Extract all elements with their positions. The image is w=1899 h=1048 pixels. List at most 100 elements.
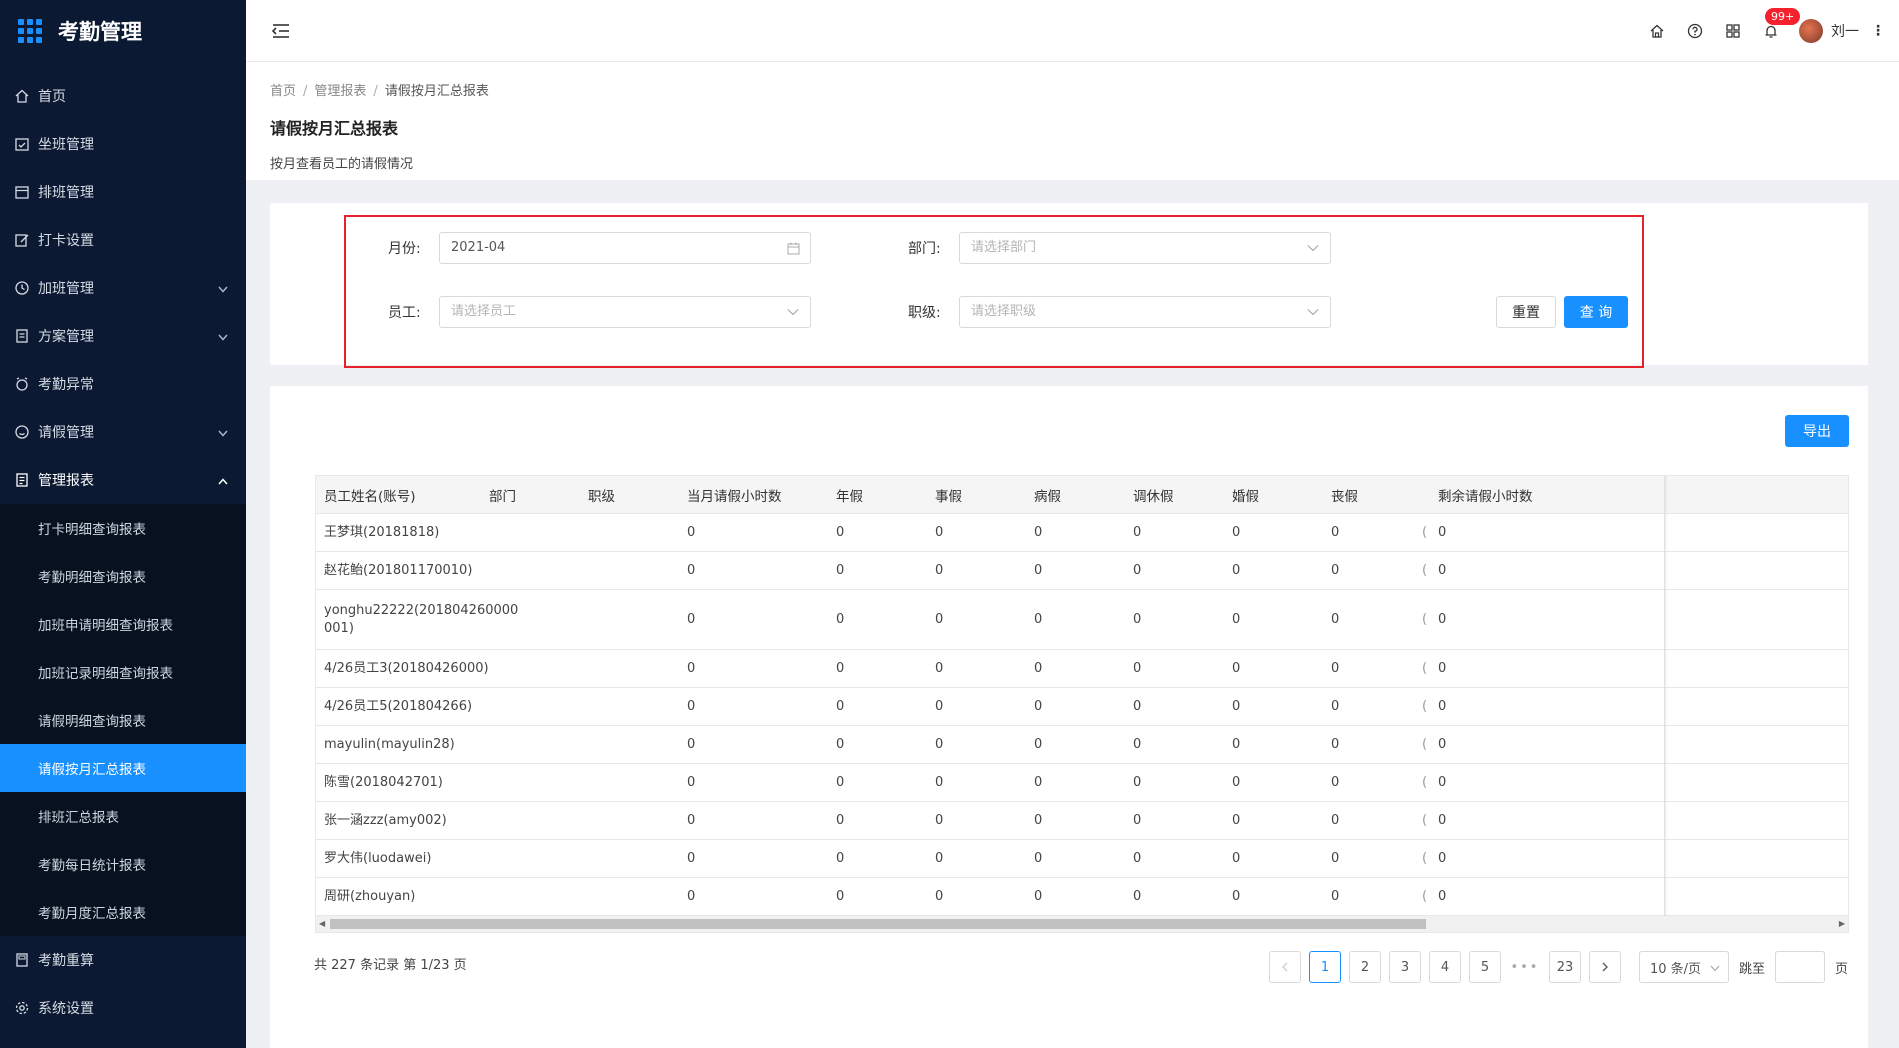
prev-page-button[interactable]: [1268, 951, 1301, 983]
clipped-column-cell: (: [1422, 661, 1428, 676]
col-marriage-header[interactable]: 婚假: [1224, 476, 1259, 513]
app-logo[interactable]: 考勤管理: [0, 0, 246, 62]
submenu-item[interactable]: 考勤每日统计报表: [0, 840, 246, 888]
col-month-hours-cell: 0: [687, 525, 696, 540]
col-remaining-cell: 0: [1438, 612, 1447, 627]
sidebar-item[interactable]: 排班管理: [0, 168, 246, 216]
chevron-down-icon: [218, 281, 228, 297]
submenu-item[interactable]: 打卡明细查询报表: [0, 504, 246, 552]
table-row[interactable]: 4/26员工3(20180426000) 0 0 0 0 0 0 0 0 (: [316, 650, 1848, 688]
avatar[interactable]: [1799, 19, 1823, 43]
table-row[interactable]: mayulin(mayulin28) 0 0 0 0 0 0 0 0 (: [316, 726, 1848, 764]
col-month-hours-cell: 0: [687, 661, 696, 676]
col-comp-header[interactable]: 调休假: [1125, 476, 1174, 513]
col-month-hours-header[interactable]: 当月请假小时数: [679, 476, 782, 513]
table-row[interactable]: yonghu22222(201804260000 001) 0 0 0 0 0 0 0 0 (: [316, 590, 1848, 650]
col-personal-header[interactable]: 事假: [927, 476, 962, 513]
home-icon[interactable]: [1647, 21, 1667, 41]
submenu-item[interactable]: 考勤明细查询报表: [0, 552, 246, 600]
col-personal-cell: 0: [935, 612, 944, 627]
page-button[interactable]: 5: [1468, 951, 1501, 983]
scroll-right-icon[interactable]: ▶: [1839, 919, 1845, 928]
export-button[interactable]: 导出: [1785, 415, 1849, 447]
sidebar-item[interactable]: 打卡设置: [0, 216, 246, 264]
col-employee-cell: 王梦琪(20181818): [324, 524, 440, 540]
leave-summary-table: 员工姓名(账号) 部门 职级 当月请假小时数 年假 事假 病假 调休假 婚假 丧假 剩余请假小时数 …: [315, 475, 1849, 933]
submenu-item[interactable]: 请假明细查询报表: [0, 696, 246, 744]
sidebar-item[interactable]: 考勤重算: [0, 936, 246, 984]
sidebar-item-label: 系统设置: [38, 1001, 94, 1017]
scrollbar-thumb[interactable]: [330, 919, 1426, 929]
table-row[interactable]: 王梦琪(20181818) 0 0 0 0 0 0 0 0 (: [316, 514, 1848, 552]
sidebar-item[interactable]: 首页: [0, 72, 246, 120]
level-select[interactable]: 请选择职级: [959, 296, 1331, 328]
col-funeral-cell: 0: [1331, 612, 1340, 627]
col-employee-cell: 4/26员工5(201804266): [324, 698, 473, 714]
table-row[interactable]: 张一涵zzz(amy002) 0 0 0 0 0 0 0 0 (: [316, 802, 1848, 840]
col-personal-cell: 0: [935, 525, 944, 540]
submenu-item[interactable]: 加班记录明细查询报表: [0, 648, 246, 696]
col-employee-cell: 罗大伟(luodawei): [324, 850, 432, 866]
month-picker[interactable]: 2021-04: [439, 232, 811, 264]
submenu-item[interactable]: 加班申请明细查询报表: [0, 600, 246, 648]
apps-icon[interactable]: [1723, 21, 1743, 41]
sidebar-item[interactable]: 方案管理: [0, 312, 246, 360]
submenu-item[interactable]: 排班汇总报表: [0, 792, 246, 840]
sidebar-item[interactable]: 加班管理: [0, 264, 246, 312]
col-sick-cell: 0: [1034, 525, 1043, 540]
col-funeral-cell: 0: [1331, 699, 1340, 714]
page-button[interactable]: 1: [1308, 951, 1341, 983]
query-button[interactable]: 查 询: [1564, 296, 1628, 328]
col-level-header[interactable]: 职级: [580, 476, 615, 513]
horizontal-scrollbar[interactable]: ◀ ▶: [316, 916, 1848, 932]
col-level-cell: [580, 726, 588, 763]
page-last[interactable]: 23: [1548, 951, 1581, 983]
department-select[interactable]: 请选择部门: [959, 232, 1331, 264]
table-row[interactable]: 陈雪(2018042701) 0 0 0 0 0 0 0 0 (: [316, 764, 1848, 802]
username[interactable]: 刘一: [1831, 21, 1859, 41]
page-ellipsis[interactable]: •••: [1508, 951, 1541, 983]
menu-collapse-icon[interactable]: [270, 20, 292, 42]
table-row[interactable]: 4/26员工5(201804266) 0 0 0 0 0 0 0 0 (: [316, 688, 1848, 726]
col-department-header[interactable]: 部门: [481, 476, 516, 513]
sidebar-item[interactable]: 管理报表: [0, 456, 246, 504]
page-button[interactable]: 4: [1428, 951, 1461, 983]
col-marriage-cell: 0: [1232, 737, 1241, 752]
breadcrumb-home[interactable]: 首页: [270, 84, 296, 99]
scroll-left-icon[interactable]: ◀: [319, 919, 325, 928]
sidebar-item[interactable]: 坐班管理: [0, 120, 246, 168]
col-annual-header[interactable]: 年假: [828, 476, 863, 513]
bell-icon[interactable]: 99+: [1761, 8, 1801, 41]
pagination: 12345 ••• 23 10 条/页 跳至 页: [1261, 951, 1848, 983]
next-page-button[interactable]: [1588, 951, 1621, 983]
col-funeral-header[interactable]: 丧假: [1323, 476, 1358, 513]
chevron-down-icon: [1710, 961, 1720, 976]
page-button[interactable]: 2: [1348, 951, 1381, 983]
col-annual-cell: 0: [836, 699, 845, 714]
reset-button[interactable]: 重置: [1496, 296, 1556, 328]
col-employee-header[interactable]: 员工姓名(账号): [316, 476, 416, 513]
submenu-item[interactable]: 考勤月度汇总报表: [0, 888, 246, 936]
sidebar-item[interactable]: 请假管理: [0, 408, 246, 456]
col-annual-cell: 0: [836, 737, 845, 752]
more-vertical-icon[interactable]: ⋮: [1871, 23, 1885, 39]
table-row[interactable]: 赵花鲐(201801170010) 0 0 0 0 0 0 0 0 (: [316, 552, 1848, 590]
col-funeral-cell: 0: [1331, 737, 1340, 752]
col-annual-cell: 0: [836, 813, 845, 828]
sidebar-item[interactable]: 系统设置: [0, 984, 246, 1032]
breadcrumb-reports[interactable]: 管理报表: [314, 84, 366, 99]
col-comp-cell: 0: [1133, 775, 1142, 790]
col-sick-header[interactable]: 病假: [1026, 476, 1061, 513]
help-icon[interactable]: [1685, 21, 1705, 41]
col-level-cell: [580, 840, 588, 877]
sidebar-item[interactable]: 考勤异常: [0, 360, 246, 408]
jump-page-input[interactable]: [1774, 951, 1825, 983]
page-size-select[interactable]: 10 条/页: [1638, 951, 1729, 983]
employee-select[interactable]: 请选择员工: [439, 296, 811, 328]
table-row[interactable]: 周研(zhouyan) 0 0 0 0 0 0 0 0 (: [316, 878, 1848, 916]
col-sick-cell: 0: [1034, 612, 1043, 627]
col-remaining-header[interactable]: 剩余请假小时数: [1430, 476, 1533, 513]
page-button[interactable]: 3: [1388, 951, 1421, 983]
submenu-item[interactable]: 请假按月汇总报表: [0, 744, 246, 792]
table-row[interactable]: 罗大伟(luodawei) 0 0 0 0 0 0 0 0 (: [316, 840, 1848, 878]
